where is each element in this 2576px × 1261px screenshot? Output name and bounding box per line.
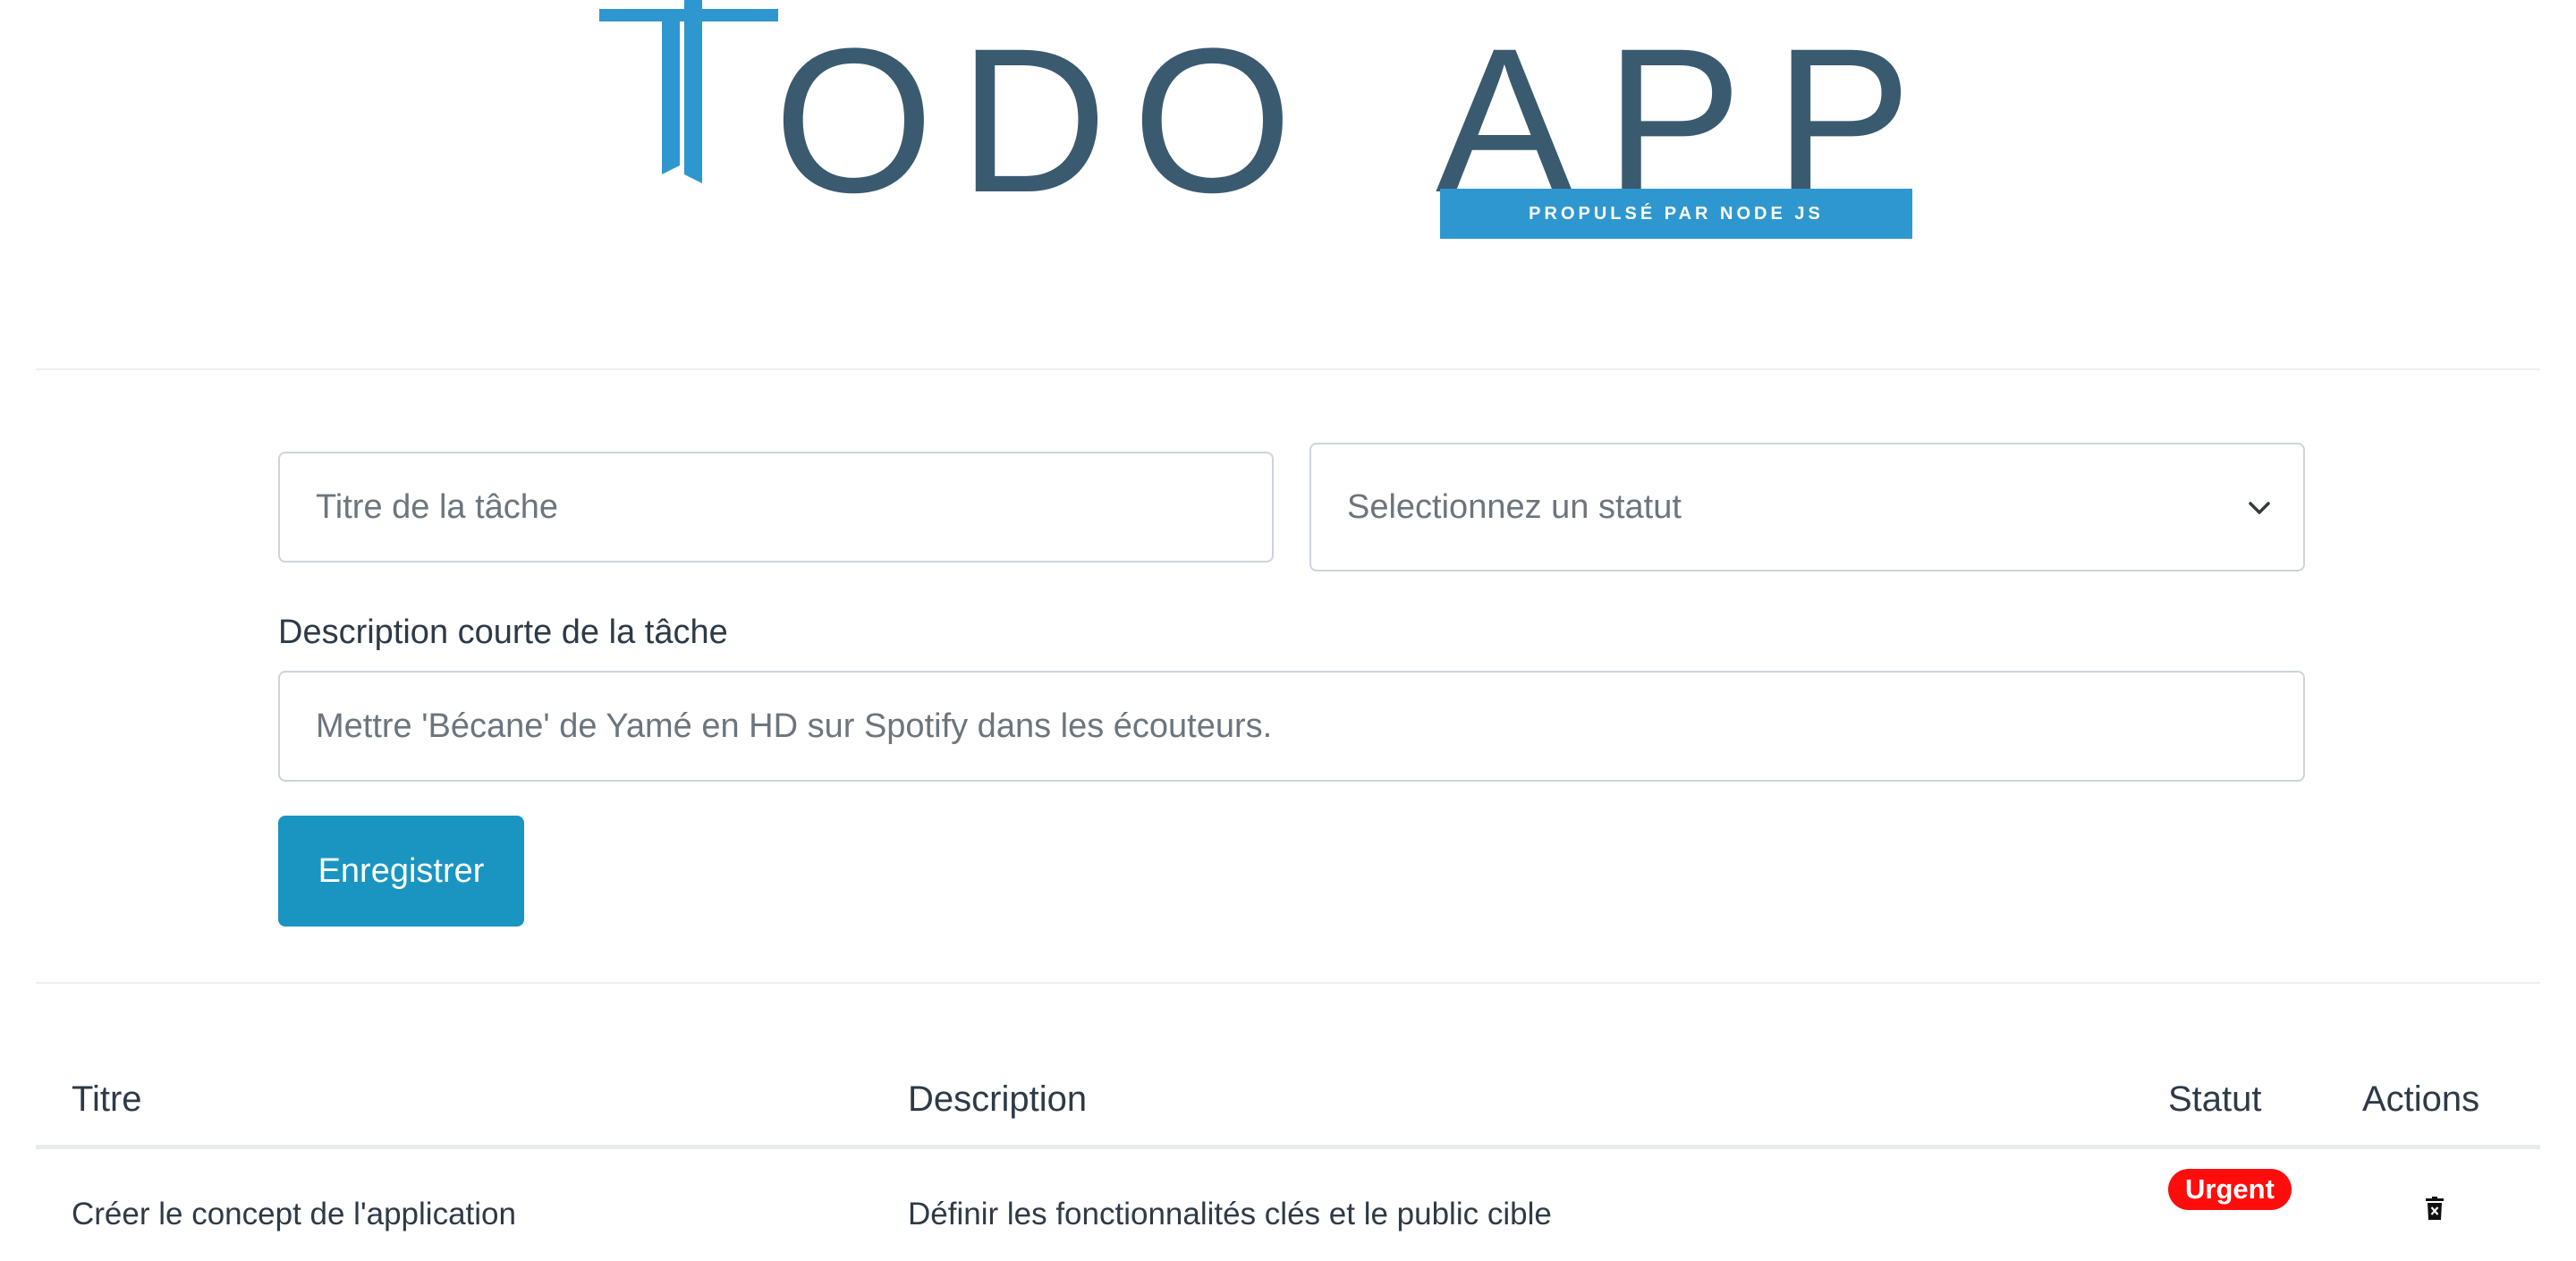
chevron-down-icon	[2249, 502, 2270, 514]
logo-t-mark	[599, 0, 778, 183]
logo-tagline: PROPULSÉ PAR NODE JS	[1440, 189, 1912, 239]
description-label: Description courte de la tâche	[278, 614, 728, 651]
column-header-description: Description	[908, 1079, 1088, 1119]
trash-icon[interactable]	[2426, 1197, 2444, 1220]
divider	[36, 982, 2540, 984]
divider	[36, 368, 2540, 370]
table-header-divider	[36, 1145, 2540, 1149]
status-badge: Urgent	[2168, 1169, 2292, 1210]
save-button[interactable]: Enregistrer	[278, 816, 524, 927]
column-header-title: Titre	[72, 1079, 142, 1119]
column-header-actions: Actions	[2362, 1079, 2480, 1119]
logo-word-odo: ODO	[774, 5, 1318, 235]
status-select-value: Selectionnez un statut	[1347, 487, 1682, 526]
task-description-cell: Définir les fonctionnalités clés et le p…	[908, 1197, 1552, 1231]
task-title-input[interactable]: Titre de la tâche	[278, 452, 1274, 563]
task-title-cell: Créer le concept de l'application	[72, 1197, 516, 1231]
app-logo: ODO APP PROPULSÉ PAR NODE JS	[581, 0, 1923, 250]
task-description-input[interactable]: Mettre 'Bécane' de Yamé en HD sur Spotif…	[278, 671, 2305, 782]
task-description-placeholder: Mettre 'Bécane' de Yamé en HD sur Spotif…	[316, 707, 1273, 745]
task-title-placeholder: Titre de la tâche	[316, 487, 559, 526]
column-header-status: Statut	[2168, 1079, 2262, 1119]
status-select[interactable]: Selectionnez un statut	[1309, 443, 2305, 571]
